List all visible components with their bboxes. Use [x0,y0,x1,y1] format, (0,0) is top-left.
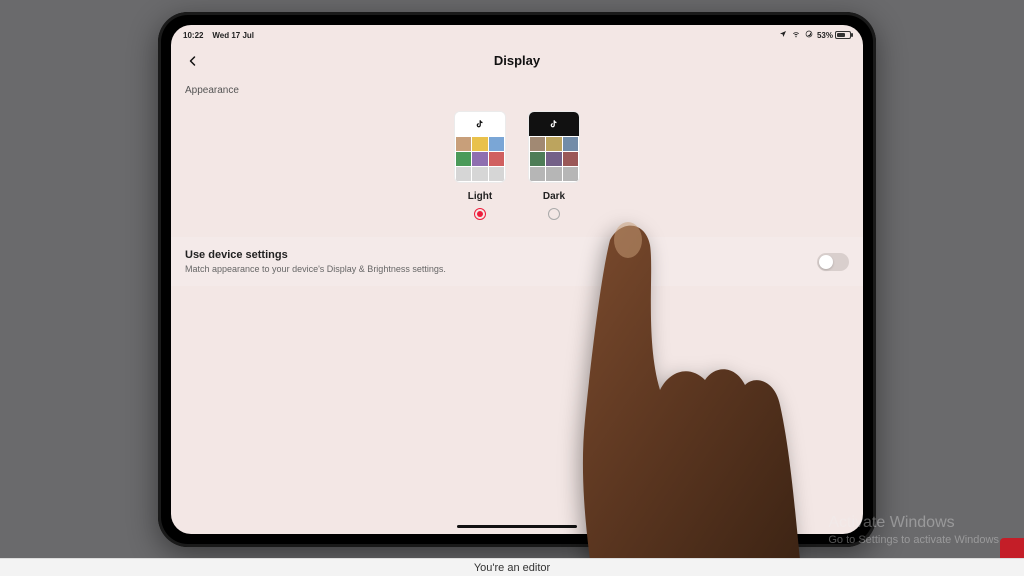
page-title: Display [494,53,540,68]
theme-thumbnail-light [454,111,506,183]
status-right: 53% [779,30,851,40]
bottom-status-bar: You're an editor [0,558,1024,576]
app-logo-icon [549,119,559,129]
bottom-status-text: You're an editor [474,562,550,574]
status-left: 10:22 Wed 17 Jul [183,31,254,40]
tablet-frame: 10:22 Wed 17 Jul 53% [158,12,876,547]
page-header: Display [171,43,863,77]
use-device-settings-row: Use device settings Match appearance to … [171,237,863,286]
screen: 10:22 Wed 17 Jul 53% [171,25,863,534]
corner-app-icon [1000,538,1024,558]
dnd-icon [805,30,813,40]
wifi-icon [791,30,801,40]
theme-options: Light Dark [171,111,863,220]
location-icon [779,30,787,40]
status-date: Wed 17 Jul [212,31,254,40]
status-time: 10:22 [183,31,203,40]
app-logo-icon [475,119,485,129]
theme-label-dark: Dark [543,191,565,202]
battery-icon [835,31,851,39]
status-bar: 10:22 Wed 17 Jul 53% [171,25,863,43]
theme-label-light: Light [468,191,492,202]
use-device-settings-title: Use device settings [185,249,446,261]
battery-indicator: 53% [817,31,851,40]
theme-option-light[interactable]: Light [454,111,506,220]
use-device-settings-toggle[interactable] [817,253,849,271]
theme-thumbnail-dark [528,111,580,183]
radio-dark[interactable] [548,208,560,220]
radio-light[interactable] [474,208,486,220]
home-indicator[interactable] [457,525,577,528]
battery-percent: 53% [817,31,833,40]
use-device-settings-subtitle: Match appearance to your device's Displa… [185,264,446,274]
theme-option-dark[interactable]: Dark [528,111,580,220]
section-appearance-label: Appearance [185,85,239,96]
chevron-left-icon [187,54,199,68]
back-button[interactable] [181,49,205,73]
